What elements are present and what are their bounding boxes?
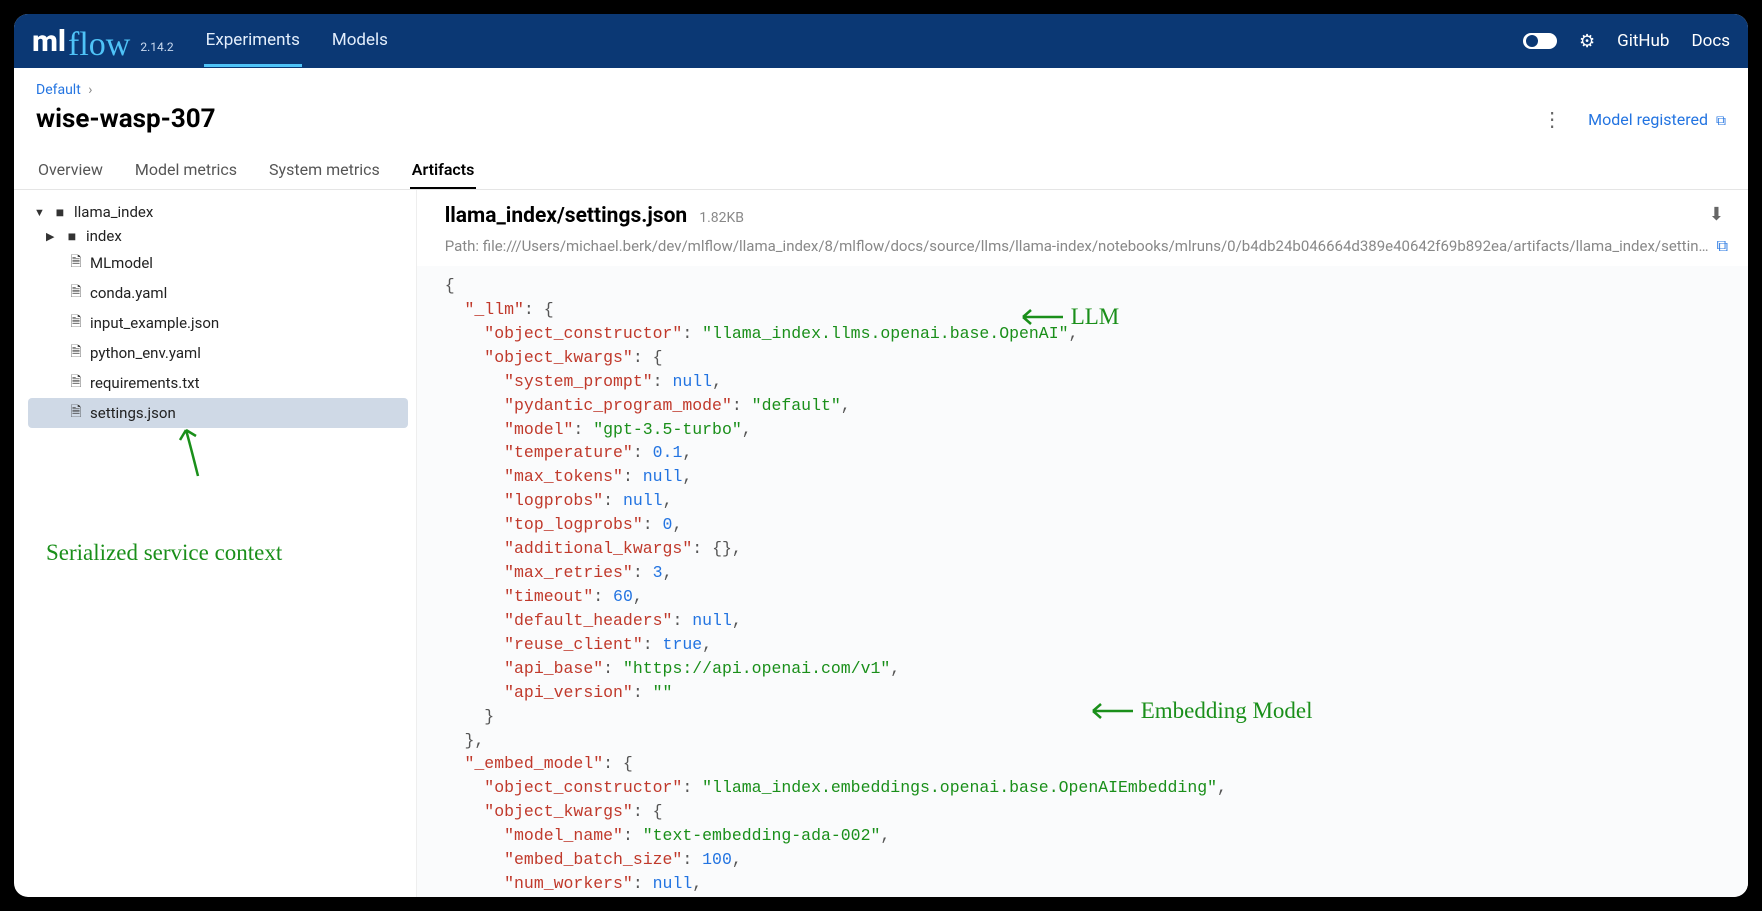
tree-file-mlmodel[interactable]: 🗎 MLmodel <box>28 248 408 278</box>
annotation-llm-label: LLM <box>1071 304 1120 330</box>
gear-icon[interactable]: ⚙ <box>1579 31 1595 52</box>
nav-tabs: Experiments Models <box>204 16 390 67</box>
code-scroll[interactable]: { "_llm": { "object_constructor": "llama… <box>417 266 1748 897</box>
file-icon: 🗎 <box>68 341 84 365</box>
folder-icon: ■ <box>64 228 80 245</box>
tree-label: input_example.json <box>90 314 219 332</box>
tree-label: llama_index <box>74 203 153 221</box>
model-registered-link[interactable]: Model registered ⧉ <box>1588 110 1726 129</box>
logo-flow: flow <box>68 26 130 64</box>
nav-right: ⚙ GitHub Docs <box>1523 31 1730 52</box>
logo[interactable]: ml flow 2.14.2 <box>32 22 174 60</box>
annotation-arrow <box>28 428 408 482</box>
artifact-tree: ▼ ■ llama_index ▶ ■ index 🗎 MLmodel 🗎 co… <box>14 190 416 897</box>
nav-tab-models[interactable]: Models <box>330 16 390 67</box>
caret-right-icon: ▶ <box>46 230 58 243</box>
annotation-sidebar: Serialized service context <box>46 538 408 568</box>
file-header: llama_index/settings.json 1.82KB Path: f… <box>417 190 1748 266</box>
tree-label: requirements.txt <box>90 374 200 392</box>
artifact-content: ⬇ llama_index/settings.json 1.82KB Path:… <box>416 190 1748 897</box>
tree-label: conda.yaml <box>90 284 167 302</box>
tree-label: MLmodel <box>90 254 153 272</box>
tree-file-conda[interactable]: 🗎 conda.yaml <box>28 278 408 308</box>
title-actions: ⋮ Model registered ⧉ <box>1542 107 1726 131</box>
logo-version: 2.14.2 <box>140 40 173 54</box>
download-icon[interactable]: ⬇ <box>1709 204 1724 225</box>
model-registered-label: Model registered <box>1588 110 1708 129</box>
tab-system-metrics[interactable]: System metrics <box>267 152 382 189</box>
file-size: 1.82KB <box>699 210 744 226</box>
tree-folder-root[interactable]: ▼ ■ llama_index <box>28 200 408 224</box>
code-content: { "_llm": { "object_constructor": "llama… <box>417 266 1748 897</box>
kebab-menu-icon[interactable]: ⋮ <box>1542 107 1562 131</box>
external-link-icon: ⧉ <box>1716 113 1726 129</box>
tree-label: python_env.yaml <box>90 344 201 362</box>
tab-overview[interactable]: Overview <box>36 152 105 189</box>
app-frame: ml flow 2.14.2 Experiments Models ⚙ GitH… <box>14 14 1748 897</box>
file-icon: 🗎 <box>68 401 84 425</box>
run-tabs: Overview Model metrics System metrics Ar… <box>14 142 1748 190</box>
caret-down-icon: ▼ <box>34 206 46 219</box>
breadcrumb: Default › <box>36 82 1726 98</box>
tab-model-metrics[interactable]: Model metrics <box>133 152 239 189</box>
tree-file-requirements[interactable]: 🗎 requirements.txt <box>28 368 408 398</box>
file-icon: 🗎 <box>68 311 84 335</box>
file-path: Path: file:///Users/michael.berk/dev/mlf… <box>445 237 1709 255</box>
page-header: Default › wise-wasp-307 ⋮ Model register… <box>14 68 1748 142</box>
tree-label: settings.json <box>90 404 176 422</box>
file-icon: 🗎 <box>68 371 84 395</box>
annotation-embed: Embedding Model <box>1087 698 1313 724</box>
chevron-right-icon: › <box>88 82 92 98</box>
tree-file-input-example[interactable]: 🗎 input_example.json <box>28 308 408 338</box>
tree-folder-index[interactable]: ▶ ■ index <box>28 224 408 248</box>
page-title: wise-wasp-307 <box>36 104 216 134</box>
breadcrumb-root[interactable]: Default <box>36 82 81 98</box>
top-navbar: ml flow 2.14.2 Experiments Models ⚙ GitH… <box>14 14 1748 68</box>
file-title: llama_index/settings.json <box>445 204 688 228</box>
tab-artifacts[interactable]: Artifacts <box>410 152 477 189</box>
folder-icon: ■ <box>52 204 68 221</box>
copy-path-icon[interactable]: ⧉ <box>1717 236 1728 256</box>
theme-toggle[interactable] <box>1523 33 1557 49</box>
nav-link-github[interactable]: GitHub <box>1617 31 1669 51</box>
annotation-llm: LLM <box>1017 304 1120 330</box>
file-actions: ⬇ <box>1709 204 1724 225</box>
file-icon: 🗎 <box>68 251 84 275</box>
nav-tab-experiments[interactable]: Experiments <box>204 16 302 67</box>
logo-ml: ml <box>32 24 66 59</box>
annotation-embed-label: Embedding Model <box>1141 698 1313 724</box>
tree-label: index <box>86 227 122 245</box>
file-icon: 🗎 <box>68 281 84 305</box>
artifact-body: ▼ ■ llama_index ▶ ■ index 🗎 MLmodel 🗎 co… <box>14 190 1748 897</box>
nav-link-docs[interactable]: Docs <box>1691 31 1730 51</box>
tree-file-python-env[interactable]: 🗎 python_env.yaml <box>28 338 408 368</box>
